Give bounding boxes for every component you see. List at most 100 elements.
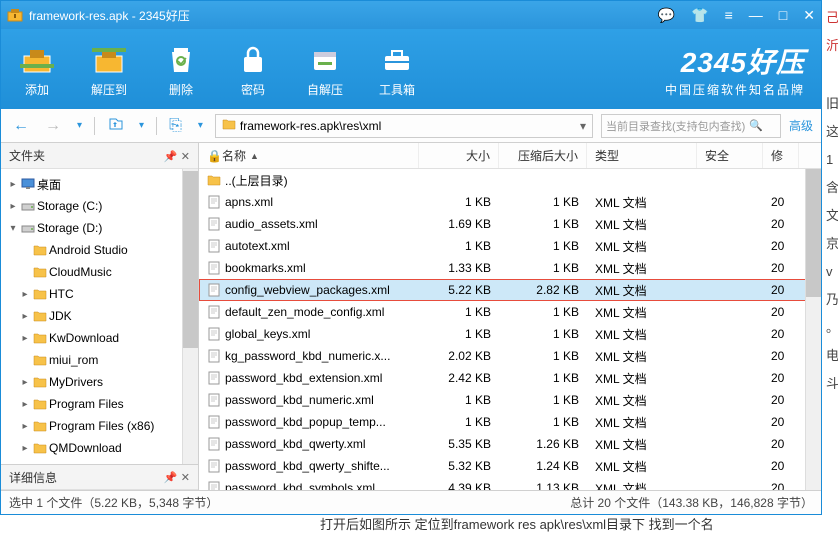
file-row[interactable]: password_kbd_extension.xml2.42 KB1 KBXML… <box>199 367 821 389</box>
file-packed: 1.26 KB <box>499 437 587 451</box>
close-icon[interactable]: ✕ <box>803 8 815 22</box>
toolbar-extract[interactable]: 解压到 <box>73 41 145 98</box>
statusbar: 选中 1 个文件（5.22 KB，5,348 字节） 总计 20 个文件（143… <box>1 490 821 514</box>
skin-icon[interactable]: 👕 <box>691 8 708 22</box>
folder-icon <box>31 288 49 300</box>
col-name-header[interactable]: 🔒 名称▲ <box>199 143 419 168</box>
file-row[interactable]: config_webview_packages.xml5.22 KB2.82 K… <box>199 279 821 301</box>
expand-icon[interactable]: ▾ <box>7 223 19 234</box>
file-row[interactable]: password_kbd_qwerty.xml5.35 KB1.26 KBXML… <box>199 433 821 455</box>
file-list-header: 🔒 名称▲ 大小 压缩后大小 类型 安全 修 <box>199 143 821 169</box>
minimize-icon[interactable]: — <box>749 8 763 22</box>
tree-item[interactable]: ▾Storage (D:) <box>1 217 198 239</box>
col-type-header[interactable]: 类型 <box>587 143 697 168</box>
app-window: framework-res.apk - 2345好压 💬 👕 ≡ — □ ✕ 添… <box>0 0 822 515</box>
file-packed: 1 KB <box>499 305 587 319</box>
pin-icon[interactable]: 📌 <box>164 472 178 484</box>
expand-icon[interactable]: ▸ <box>19 443 31 454</box>
breadcrumb[interactable]: framework-res.apk\res\xml ▾ <box>215 114 593 138</box>
file-size: 1.33 KB <box>419 261 499 275</box>
col-mod-header[interactable]: 修 <box>763 143 799 168</box>
file-name: audio_assets.xml <box>225 217 318 231</box>
drive-icon <box>19 222 37 234</box>
nav-action-dropdown[interactable]: ▾ <box>194 120 207 131</box>
file-type: XML 文档 <box>587 458 697 475</box>
search-icon[interactable]: 🔍 <box>749 119 763 132</box>
toolbar: 添加 解压到 删除 密码 自解压 工具箱 2345好压 中国压缩软件知名品牌 <box>1 29 821 109</box>
col-size-header[interactable]: 大小 <box>419 143 499 168</box>
expand-icon[interactable]: ▸ <box>19 333 31 344</box>
file-type: XML 文档 <box>587 194 697 211</box>
col-sec-header[interactable]: 安全 <box>697 143 763 168</box>
tree-item-label: Storage (C:) <box>37 199 102 213</box>
tree-item[interactable]: ShadowsocksR-win- <box>1 459 198 464</box>
file-row[interactable]: kg_password_kbd_numeric.x...2.02 KB1 KBX… <box>199 345 821 367</box>
file-row[interactable]: password_kbd_qwerty_shifte...5.32 KB1.24… <box>199 455 821 477</box>
menu-icon[interactable]: ≡ <box>725 8 733 22</box>
nav-up-dropdown[interactable]: ▾ <box>135 120 148 131</box>
toolbar-add-label: 添加 <box>25 81 49 98</box>
toolbar-sfx[interactable]: 自解压 <box>289 41 361 98</box>
expand-icon[interactable]: ▸ <box>7 179 19 190</box>
expand-icon[interactable]: ▸ <box>19 377 31 388</box>
toolbar-delete[interactable]: 删除 <box>145 41 217 98</box>
folder-icon <box>31 442 49 454</box>
file-row[interactable]: bookmarks.xml1.33 KB1 KBXML 文档20 <box>199 257 821 279</box>
tree-item[interactable]: ▸桌面 <box>1 173 198 195</box>
file-row[interactable]: password_kbd_popup_temp...1 KB1 KBXML 文档… <box>199 411 821 433</box>
file-size: 1 KB <box>419 239 499 253</box>
file-row[interactable]: audio_assets.xml1.69 KB1 KBXML 文档20 <box>199 213 821 235</box>
tree-item[interactable]: ▸ QMDownload <box>1 437 198 459</box>
expand-icon[interactable]: ▸ <box>19 311 31 322</box>
tree-item[interactable]: ▸Program Files <box>1 393 198 415</box>
search-input[interactable]: 当前目录查找(支持包内查找) 🔍 <box>601 114 781 138</box>
tree-item[interactable]: ▸Program Files (x86) <box>1 415 198 437</box>
file-row[interactable]: default_zen_mode_config.xml1 KB1 KBXML 文… <box>199 301 821 323</box>
tree-item[interactable]: ▸KwDownload <box>1 327 198 349</box>
chat-icon[interactable]: 💬 <box>658 8 675 22</box>
tree-item[interactable]: ▸HTC <box>1 283 198 305</box>
expand-icon[interactable]: ▸ <box>19 289 31 300</box>
filelist-scrollbar[interactable] <box>805 169 821 490</box>
nav-history-dropdown[interactable]: ▾ <box>73 120 86 131</box>
panel-close-icon[interactable]: ✕ <box>181 151 190 163</box>
tree-item[interactable]: CloudMusic <box>1 261 198 283</box>
toolbar-toolbox[interactable]: 工具箱 <box>361 41 433 98</box>
toolbar-password[interactable]: 密码 <box>217 41 289 98</box>
file-row[interactable]: autotext.xml1 KB1 KBXML 文档20 <box>199 235 821 257</box>
file-row[interactable]: password_kbd_symbols.xml4.39 KB1.13 KBXM… <box>199 477 821 490</box>
file-size: 5.22 KB <box>419 283 499 297</box>
tree-item[interactable]: ▸ Storage (C:) <box>1 195 198 217</box>
breadcrumb-dropdown-icon[interactable]: ▾ <box>580 119 586 133</box>
extract-icon <box>91 41 127 77</box>
background-text: 打开后如图所示 定位到framework res apk\res\xml目录下 … <box>320 514 714 533</box>
folder-icon <box>222 118 236 133</box>
pin-icon[interactable]: 📌 <box>164 151 178 163</box>
expand-icon[interactable]: ▸ <box>19 399 31 410</box>
file-size: 5.35 KB <box>419 437 499 451</box>
nav-up[interactable] <box>103 116 127 135</box>
tree-item-label: QMDownload <box>49 441 122 455</box>
tree-item[interactable]: ▸JDK <box>1 305 198 327</box>
panel-close-icon[interactable]: ✕ <box>181 472 190 484</box>
advanced-link[interactable]: 高级 <box>789 117 813 134</box>
parent-dir-row[interactable]: ..(上层目录) <box>199 169 821 191</box>
file-row[interactable]: apns.xml1 KB1 KBXML 文档20 <box>199 191 821 213</box>
toolbar-add[interactable]: 添加 <box>1 41 73 98</box>
file-name: autotext.xml <box>225 239 290 253</box>
file-row[interactable]: password_kbd_numeric.xml1 KB1 KBXML 文档20 <box>199 389 821 411</box>
tree-item[interactable]: miui_rom <box>1 349 198 371</box>
expand-icon[interactable]: ▸ <box>7 201 19 212</box>
tree-scrollbar[interactable] <box>182 169 198 464</box>
file-row[interactable]: global_keys.xml1 KB1 KBXML 文档20 <box>199 323 821 345</box>
tree-item[interactable]: Android Studio <box>1 239 198 261</box>
nav-back[interactable]: ← <box>9 117 33 135</box>
nav-action[interactable]: ⎘ <box>165 117 186 135</box>
nav-forward[interactable]: → <box>41 117 65 135</box>
maximize-icon[interactable]: □ <box>779 8 787 22</box>
file-name: bookmarks.xml <box>225 261 306 275</box>
file-mod: 20 <box>763 283 799 297</box>
expand-icon[interactable]: ▸ <box>19 421 31 432</box>
tree-item[interactable]: ▸MyDrivers <box>1 371 198 393</box>
col-packed-header[interactable]: 压缩后大小 <box>499 143 587 168</box>
